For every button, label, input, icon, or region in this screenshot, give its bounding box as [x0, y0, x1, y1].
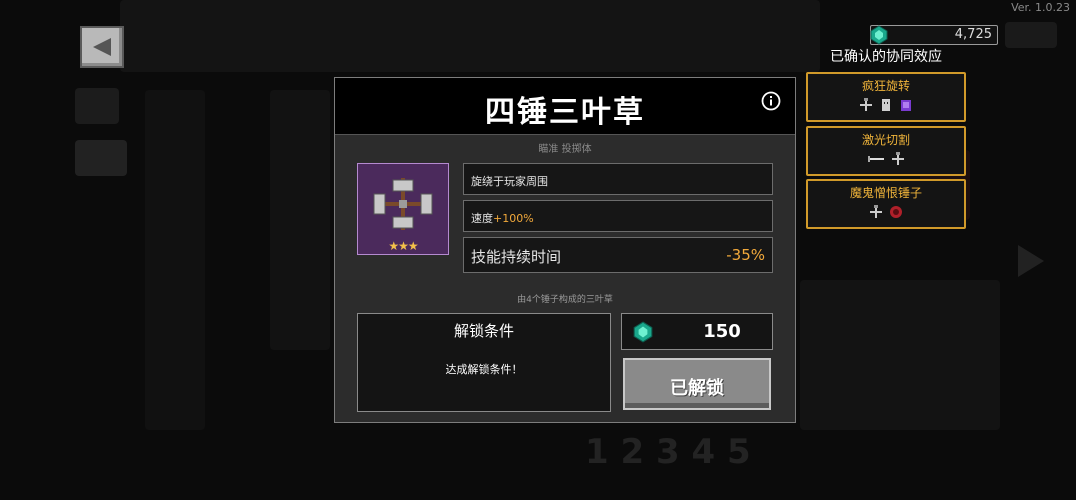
- price-box: 150: [621, 313, 773, 350]
- synergy-card[interactable]: 魔鬼憎恨锤子: [806, 179, 966, 229]
- back-button[interactable]: [80, 26, 124, 68]
- bg-tab: [75, 88, 119, 124]
- synergy-name: 魔鬼憎恨锤子: [849, 186, 922, 200]
- weapon-icon-box: ★★★: [357, 163, 449, 255]
- unlock-title: 解锁条件: [453, 322, 514, 340]
- unlock-condition-box: 解锁条件 达成解锁条件！: [357, 313, 611, 412]
- purple-orb-icon: [901, 100, 911, 111]
- unlocked-button[interactable]: 已解锁: [623, 358, 771, 410]
- stat-orbit: 旋绕于玩家周围: [463, 163, 773, 195]
- synergy-name: 疯狂旋转: [861, 79, 910, 93]
- stat-duration-label: 技能持续时间: [471, 248, 562, 266]
- synergy-name: 激光切割: [861, 133, 910, 147]
- dialog-header: 四锤三叶草: [335, 78, 795, 135]
- dialog-title: 四锤三叶草: [485, 95, 645, 130]
- bg-grid: [800, 280, 1000, 430]
- bg-page-number: 1 2 3 4 5: [585, 432, 751, 472]
- gem-icon: [870, 25, 888, 45]
- bg-button: [1005, 22, 1057, 48]
- four-hammer-clover-icon: [373, 178, 433, 230]
- laser-icon: [868, 156, 884, 162]
- bg-column: [270, 90, 330, 350]
- weapon-detail-dialog: 四锤三叶草 瞄准 投掷体 ★★★ 旋绕于玩家周围 速度+100% 技能持续时间 …: [334, 77, 796, 423]
- gem-icon: [633, 321, 653, 343]
- stat-speed-value: +100%: [493, 212, 534, 225]
- star-rating: ★★★: [388, 239, 418, 253]
- hammer-icon: [892, 152, 904, 165]
- bg-list: [145, 90, 205, 430]
- unlocked-button-label: 已解锁: [670, 378, 724, 399]
- bg-header: [120, 0, 820, 72]
- currency-bar: 4,725: [870, 25, 998, 45]
- synergy-panel-title: 已确认的协同效应: [830, 49, 942, 65]
- synergy-card[interactable]: 激光切割: [806, 126, 966, 176]
- info-icon[interactable]: [761, 91, 781, 111]
- synergy-card[interactable]: 疯狂旋转: [806, 72, 966, 122]
- ghost-icon: [882, 99, 890, 111]
- unlock-desc: 达成解锁条件！: [445, 363, 523, 376]
- stat-speed-label: 速度: [471, 212, 493, 225]
- stat-speed: 速度+100%: [463, 200, 773, 232]
- back-arrow-icon: [93, 38, 111, 56]
- hammer-icon: [870, 205, 882, 218]
- price-value: 150: [703, 321, 741, 342]
- stat-duration: 技能持续时间 -35%: [463, 237, 773, 273]
- bg-next-arrow: [1018, 245, 1044, 277]
- version-label: Ver. 1.0.23: [1011, 1, 1070, 14]
- stat-duration-value: -35%: [726, 246, 765, 264]
- stat-orbit-text: 旋绕于玩家周围: [471, 175, 548, 188]
- composition-note: 由4个锤子构成的三叶草: [517, 295, 613, 305]
- bg-tab: [75, 140, 127, 176]
- red-gear-icon: [890, 206, 902, 218]
- currency-amount: 4,725: [954, 27, 992, 42]
- weapon-tags: 瞄准 投掷体: [538, 144, 592, 155]
- hammer-icon: [860, 98, 872, 111]
